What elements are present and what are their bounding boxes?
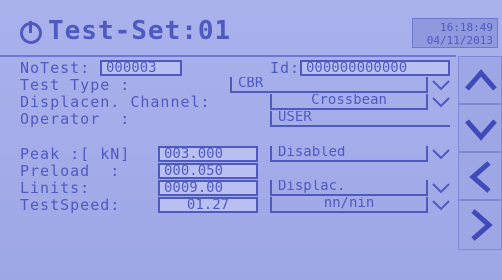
chevron-down-icon[interactable]: [426, 77, 450, 93]
preload-label: Preload :: [20, 162, 121, 180]
testspeed-label: TestSpeed:: [20, 196, 121, 214]
id-label: Id:: [270, 59, 301, 77]
notest-label: NoTest:: [20, 59, 91, 77]
test-type-select[interactable]: CBR: [230, 77, 426, 93]
chevron-down-icon[interactable]: [426, 94, 450, 110]
operator-field[interactable]: USER: [270, 111, 450, 127]
page-title: Test-Set:01: [48, 16, 232, 46]
id-field[interactable]: 000000000000: [300, 60, 450, 76]
screen: Test-Set:01 16:18:49 04/11/2013 NoTest: …: [0, 0, 502, 280]
chevron-down-icon: [465, 119, 497, 141]
limits-mode-select[interactable]: Displac.: [270, 180, 426, 196]
preload-field[interactable]: 000.050: [158, 163, 258, 179]
nav-right-button[interactable]: [458, 200, 502, 250]
speed-unit-select[interactable]: nn/nin: [270, 197, 426, 213]
nav-down-button[interactable]: [458, 104, 502, 152]
chevron-down-icon[interactable]: [426, 197, 450, 213]
displacement-channel-label: Displacen. Channel:: [20, 93, 211, 111]
chevron-right-icon: [471, 209, 493, 241]
displacement-channel-select[interactable]: Crossbean: [270, 94, 426, 110]
chevron-up-icon: [465, 69, 497, 91]
power-icon[interactable]: [20, 21, 42, 44]
peak-field[interactable]: 003.000: [158, 146, 258, 162]
limits-label: Linits:: [20, 179, 91, 197]
peak-mode-select[interactable]: Disabled: [270, 146, 426, 162]
time: 16:18:49: [440, 21, 493, 34]
nav-up-button[interactable]: [458, 56, 502, 104]
notest-field[interactable]: 000003: [100, 60, 182, 76]
operator-label: Operator :: [20, 110, 131, 128]
clock: 16:18:49 04/11/2013: [412, 18, 498, 48]
testspeed-field[interactable]: 01.27: [158, 197, 258, 213]
nav-left-button[interactable]: [458, 152, 502, 200]
divider: [0, 55, 456, 57]
test-type-label: Test Type :: [20, 76, 131, 94]
peak-label: Peak :[ kN]: [20, 145, 131, 163]
limits-field[interactable]: 0009.00: [158, 180, 258, 196]
chevron-left-icon: [469, 161, 491, 193]
chevron-down-icon[interactable]: [426, 180, 450, 196]
chevron-down-icon[interactable]: [426, 146, 450, 162]
date: 04/11/2013: [426, 34, 493, 47]
